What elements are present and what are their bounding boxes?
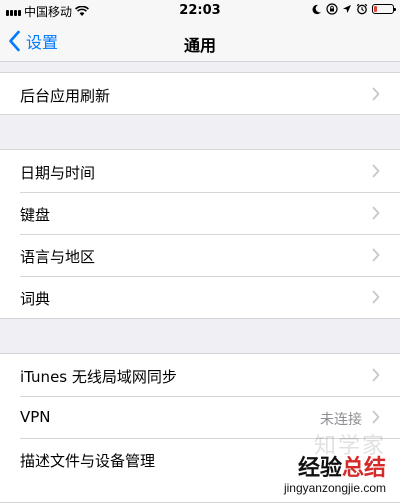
chevron-right-icon	[372, 368, 380, 382]
row-vpn[interactable]: VPN 未连接	[20, 396, 400, 438]
alarm-icon	[356, 3, 368, 15]
location-icon	[343, 5, 351, 13]
vpn-status-value: 未连接	[320, 412, 362, 428]
chevron-right-icon	[372, 206, 380, 220]
chevron-right-icon	[372, 164, 380, 178]
row-keyboard[interactable]: 键盘	[20, 192, 400, 234]
chevron-right-icon	[372, 410, 380, 424]
row-label: 描述文件与设备管理	[20, 452, 156, 470]
row-label: iTunes 无线局域网同步	[20, 368, 177, 386]
row-date-time[interactable]: 日期与时间	[20, 150, 400, 192]
chevron-right-icon	[372, 290, 380, 304]
battery-icon	[372, 4, 396, 14]
row-dictionary[interactable]: 词典	[20, 276, 400, 318]
section-background-refresh: 后台应用刷新	[0, 72, 400, 115]
chevron-right-icon	[372, 248, 380, 262]
status-right	[311, 3, 396, 15]
watermark-accent: 总结	[341, 456, 386, 481]
row-label: VPN	[20, 408, 51, 426]
row-label: 日期与时间	[20, 164, 96, 182]
lock-rotation-icon	[326, 3, 338, 15]
navigation-bar: 设置 通用	[0, 22, 400, 62]
section-general-settings: 日期与时间 键盘 语言与地区 词典	[0, 149, 400, 319]
watermark-prefix: 经验	[297, 456, 342, 481]
row-label: 后台应用刷新	[20, 87, 111, 105]
status-bar: 中国移动 22:03	[0, 0, 400, 22]
battery-level	[374, 6, 377, 12]
watermark-url: jingyanzongjie.com	[283, 481, 386, 495]
row-label: 键盘	[20, 206, 51, 224]
watermark: 知学家 经验总结 jingyanzongjie.com	[283, 434, 386, 495]
row-label: 词典	[20, 290, 51, 308]
row-itunes-wifi-sync[interactable]: iTunes 无线局域网同步	[20, 354, 400, 396]
row-background-app-refresh[interactable]: 后台应用刷新	[20, 73, 400, 115]
watermark-faint-text: 知学家	[313, 434, 386, 459]
page-title: 通用	[183, 36, 216, 55]
row-label: 语言与地区	[20, 248, 96, 266]
watermark-logo-text: 经验总结	[284, 458, 386, 480]
moon-icon	[312, 4, 321, 14]
row-language-region[interactable]: 语言与地区	[20, 234, 400, 276]
chevron-right-icon	[372, 87, 380, 101]
